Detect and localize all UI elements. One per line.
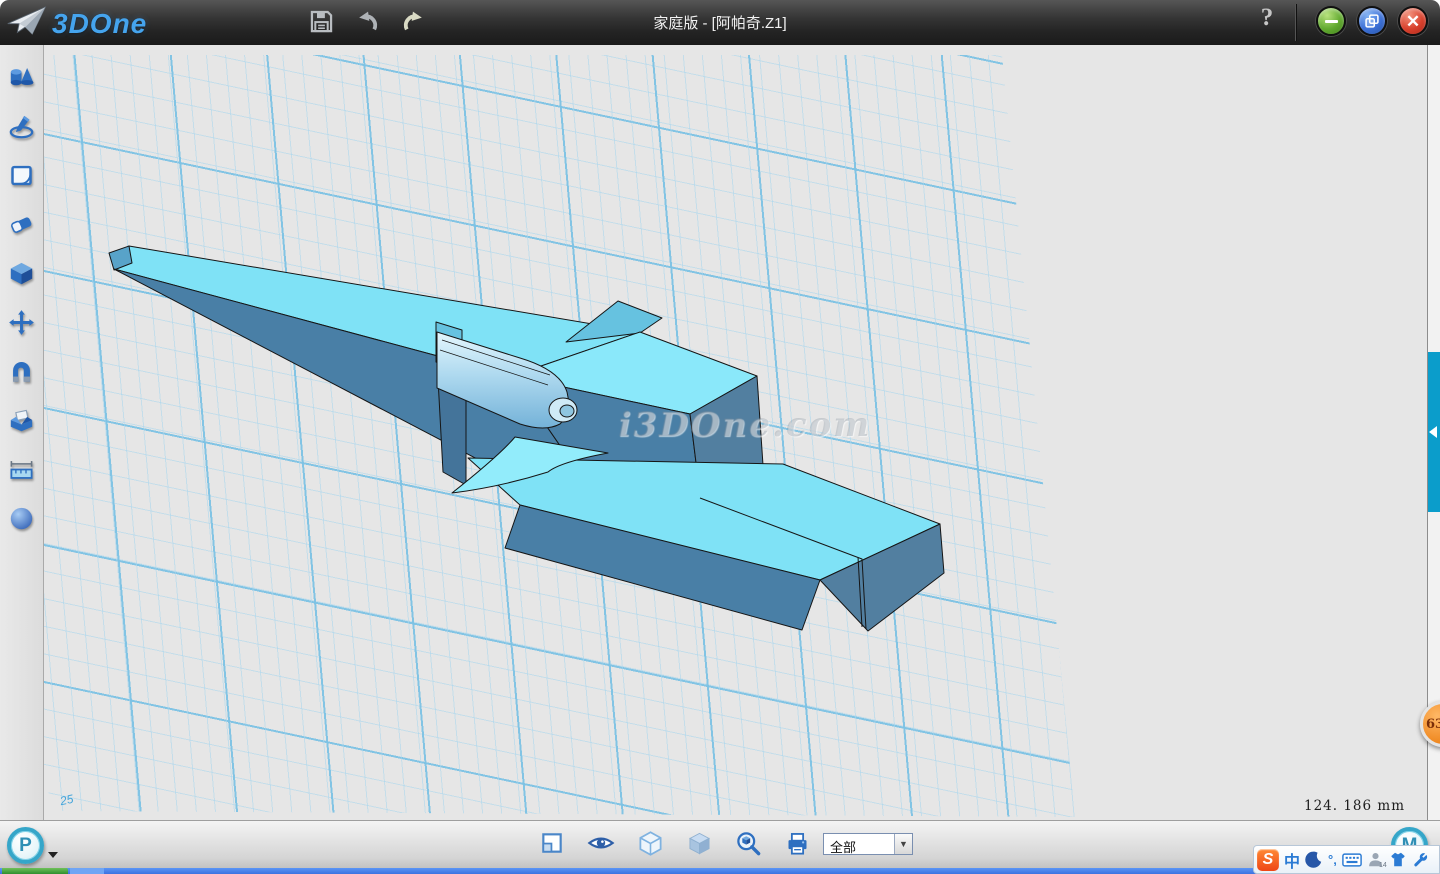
titlebar-separator xyxy=(1295,4,1296,41)
zoom-search-button[interactable] xyxy=(734,829,762,857)
app-logo-text: 3DOne xyxy=(52,8,147,40)
ime-language-toggle[interactable]: 中 xyxy=(1284,848,1300,872)
moon-mode-icon[interactable] xyxy=(1305,851,1323,869)
minimize-icon xyxy=(1325,20,1338,23)
paper-plane-icon xyxy=(6,3,48,44)
settings-wrench-icon[interactable] xyxy=(1412,851,1429,868)
help-button[interactable]: ? xyxy=(1254,4,1280,38)
material-sphere-tool-button[interactable] xyxy=(8,504,36,532)
soft-keyboard-icon[interactable] xyxy=(1342,852,1362,868)
watermark: i3DOne.com xyxy=(618,405,871,445)
surface-tool-button[interactable] xyxy=(8,161,36,189)
quick-launch-edge xyxy=(70,868,104,874)
model-nub-inner xyxy=(560,405,574,417)
close-icon: ✕ xyxy=(1406,13,1420,30)
window-title: 家庭版 - [阿帕奇.Z1] xyxy=(653,12,786,33)
measure-tool-button[interactable] xyxy=(8,455,36,483)
bottom-toolbar: 全部 ▼ xyxy=(0,820,1440,868)
punctuation-toggle-icon[interactable]: °‚ xyxy=(1328,852,1337,867)
sogou-logo-icon[interactable]: S xyxy=(1257,849,1279,871)
os-taskbar-edge xyxy=(0,868,1440,874)
redo-button[interactable] xyxy=(398,6,428,36)
skin-tshirt-icon[interactable] xyxy=(1389,851,1407,868)
display-filter-dropdown[interactable]: 全部 ▼ xyxy=(823,833,913,855)
badge-p-caret-icon[interactable] xyxy=(48,852,58,858)
view-corner-button[interactable] xyxy=(538,829,566,857)
dropdown-arrow-button[interactable]: ▼ xyxy=(894,834,912,854)
solid-cube-tool-button[interactable] xyxy=(8,259,36,287)
sketch-tool-button[interactable] xyxy=(8,112,36,140)
left-toolbar xyxy=(0,45,44,820)
visibility-eye-button[interactable] xyxy=(587,829,615,857)
maximize-button[interactable] xyxy=(1357,6,1387,36)
undo-button[interactable] xyxy=(352,6,382,36)
print-button[interactable] xyxy=(783,829,811,857)
close-button[interactable]: ✕ xyxy=(1398,6,1428,36)
collapse-left-arrow-icon xyxy=(1429,426,1437,438)
magnet-tool-button[interactable] xyxy=(8,357,36,385)
grid-scale-label: 25 xyxy=(59,792,75,808)
save-button[interactable] xyxy=(306,6,336,36)
move-tool-button[interactable] xyxy=(8,308,36,336)
wireframe-cube-button[interactable] xyxy=(636,829,664,857)
maximize-icon xyxy=(1362,11,1382,31)
measurement-readout: 124. 186 mm xyxy=(1304,798,1405,814)
shaded-cube-button[interactable] xyxy=(685,829,713,857)
special-box-tool-button[interactable] xyxy=(8,406,36,434)
user-account-icon[interactable]: 14 xyxy=(1367,851,1384,868)
filter-selected-value: 全部 xyxy=(824,834,894,854)
ime-toolbar: S 中 °‚ 14 xyxy=(1253,845,1440,874)
title-bar: 3DOne xyxy=(0,0,1440,45)
minimize-button[interactable] xyxy=(1316,6,1346,36)
app-logo: 3DOne xyxy=(6,3,147,44)
modeling-viewport[interactable]: i3DOne.com 25 124. 186 mm xyxy=(44,45,1427,820)
primitives-tool-button[interactable] xyxy=(8,63,36,91)
start-button-edge[interactable] xyxy=(2,868,68,874)
eraser-tool-button[interactable] xyxy=(8,210,36,238)
panel-expand-tab[interactable] xyxy=(1428,352,1440,512)
user-badge-count: 14 xyxy=(1379,862,1387,869)
application-window: 3DOne xyxy=(0,0,1440,874)
plugin-badge-p[interactable]: P xyxy=(7,827,44,864)
